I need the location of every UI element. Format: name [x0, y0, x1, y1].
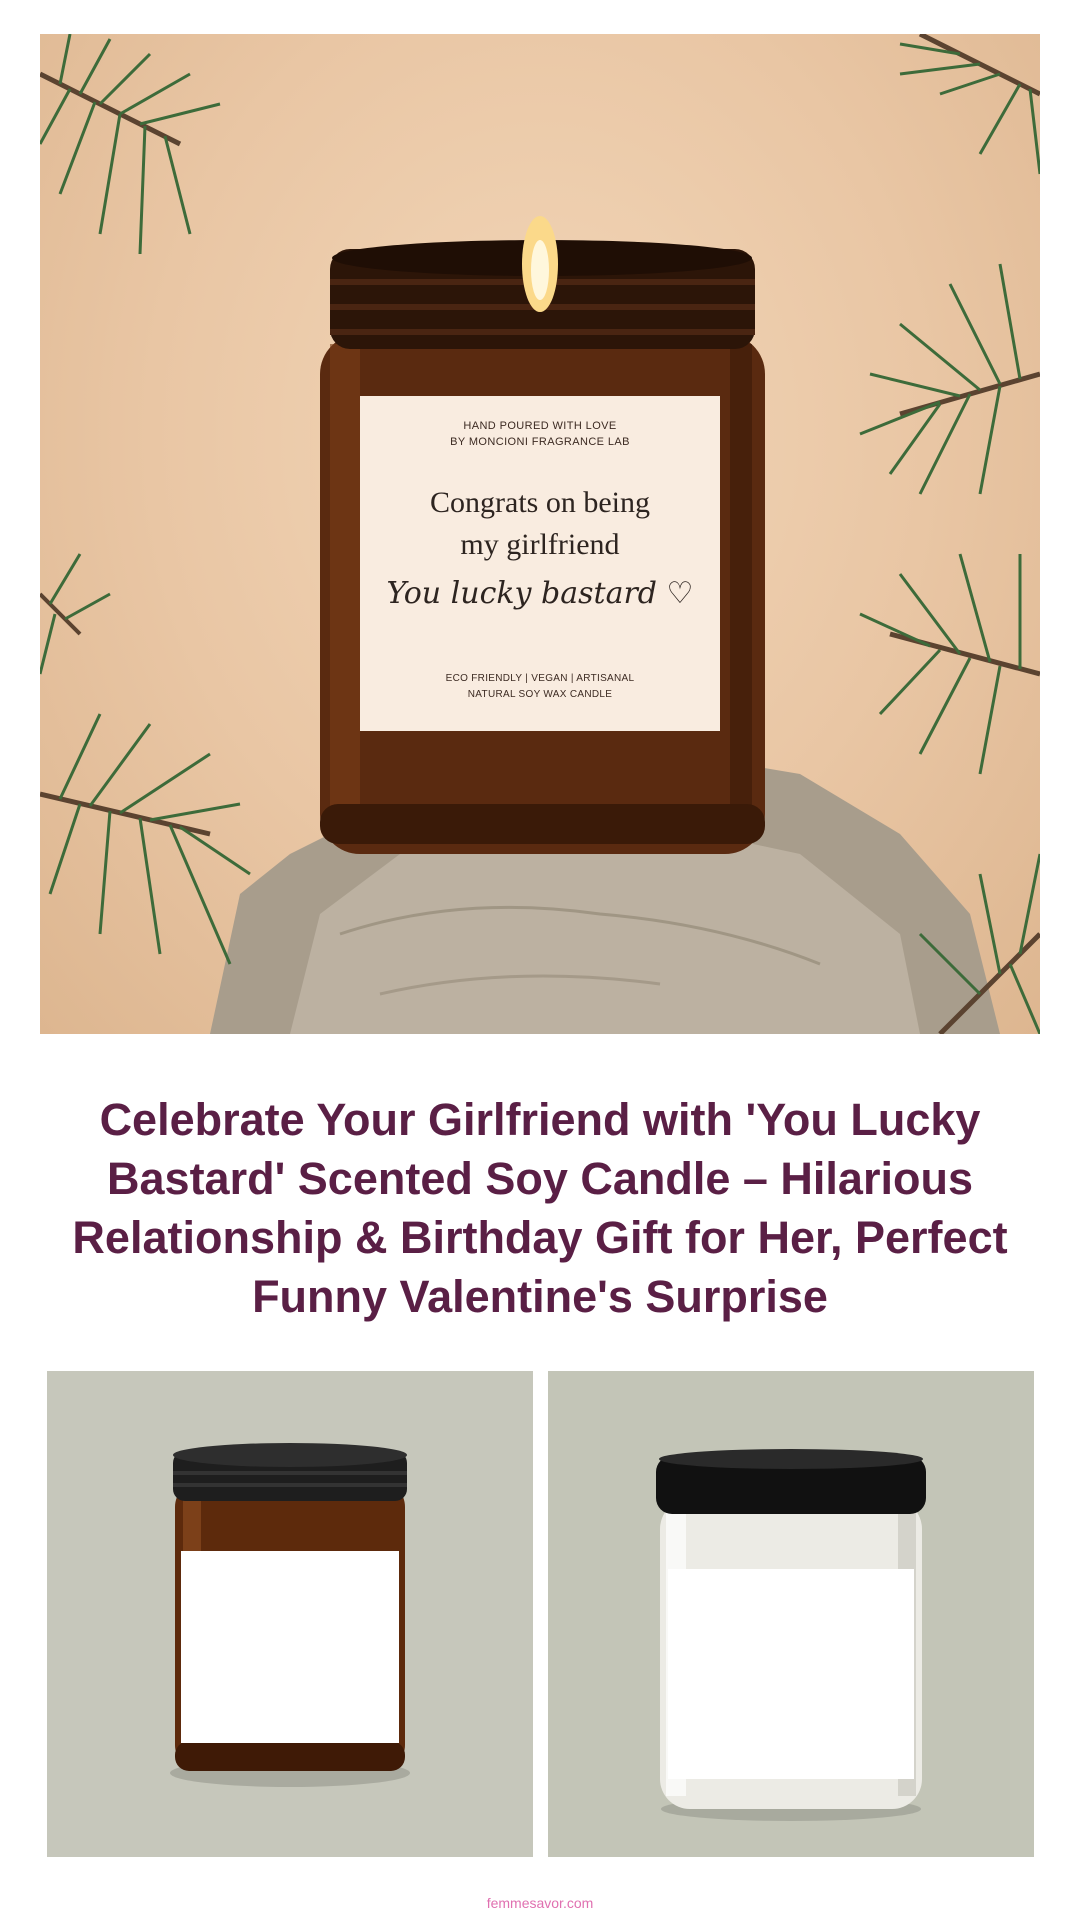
- candle-label-bottom: ECO FRIENDLY | VEGAN | ARTISANAL NATURAL…: [445, 673, 635, 700]
- amber-jar-illustration: [47, 1371, 533, 1857]
- pine-branch-top-left: [40, 34, 221, 255]
- candle-label-top: HAND POURED WITH LOVE BY MONCIONI FRAGRA…: [450, 420, 630, 448]
- pine-branch-left: [40, 713, 251, 965]
- pine-branch-right-lower: [859, 553, 1040, 775]
- variant-white-jar-image[interactable]: [548, 1371, 1034, 1857]
- candle-label-script: You lucky bastard ♡: [386, 576, 694, 611]
- white-jar-illustration: [548, 1371, 1034, 1857]
- variant-amber-jar-image[interactable]: [47, 1371, 533, 1857]
- hero-image: HAND POURED WITH LOVE BY MONCIONI FRAGRA…: [40, 34, 1040, 1034]
- footer-site-link[interactable]: femmesavor.com: [0, 1895, 1080, 1911]
- candle-label-main: Congrats on being my girlfriend: [430, 486, 650, 561]
- pine-branch-left-mid: [40, 553, 111, 675]
- pine-branch-right: [859, 263, 1040, 495]
- pine-branch-top-right: [899, 34, 1040, 175]
- product-title: Celebrate Your Girlfriend with 'You Luck…: [72, 1094, 1008, 1322]
